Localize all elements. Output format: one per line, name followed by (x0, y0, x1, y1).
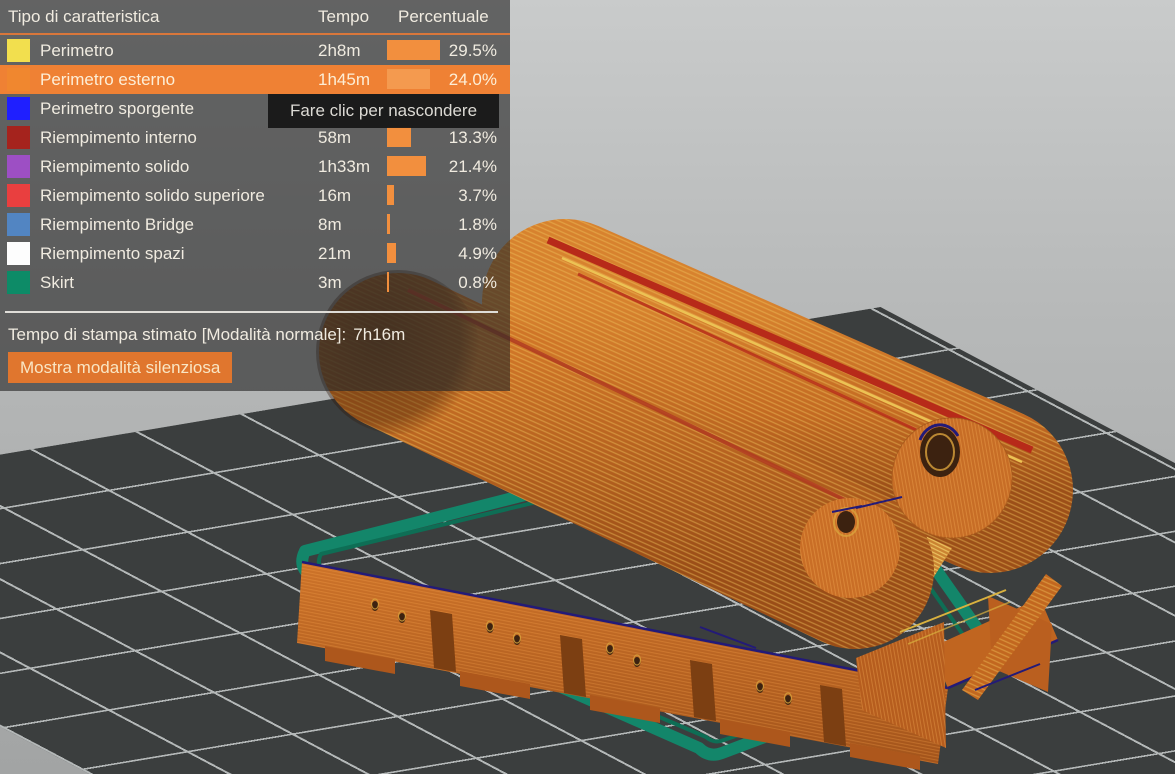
estimated-print-time-value: 7h16m (353, 325, 406, 344)
feature-color-swatch (7, 271, 30, 294)
percent-bar (387, 243, 396, 263)
estimated-print-time: Tempo di stampa stimato [Modalità normal… (8, 322, 405, 348)
feature-color-swatch (7, 126, 30, 149)
feature-percent: 1.8% (458, 215, 497, 234)
feature-color-swatch (7, 155, 30, 178)
feature-label: Riempimento interno (40, 128, 197, 147)
feature-time: 21m (318, 244, 352, 263)
feature-label: Perimetro esterno (40, 70, 176, 89)
legend-row[interactable]: Perimetro esterno 1h45m 24.0% (0, 65, 510, 94)
feature-label: Riempimento solido superiore (40, 186, 265, 205)
feature-label: Perimetro sporgente (40, 99, 195, 118)
column-feature-type: Tipo di caratteristica (8, 7, 160, 26)
feature-time: 3m (318, 273, 342, 292)
percent-bar (387, 127, 411, 147)
click-to-hide-tooltip: Fare clic per nascondere (268, 94, 499, 128)
percent-bar (387, 69, 431, 89)
feature-time: 16m (318, 186, 352, 205)
percent-bar (387, 185, 394, 205)
feature-time: 1h45m (318, 70, 370, 89)
legend-row[interactable]: Riempimento Bridge 8m 1.8% (0, 210, 510, 239)
column-time: Tempo (318, 7, 370, 26)
show-quiet-mode-button[interactable]: Mostra modalità silenziosa (8, 352, 233, 383)
estimated-print-time-label: Tempo di stampa stimato [Modalità normal… (8, 325, 347, 344)
feature-color-swatch (7, 213, 30, 236)
rear-bearing-plate (891, 417, 1013, 539)
legend-header: Tipo di caratteristica Tempo Percentuale (0, 0, 510, 35)
legend-row[interactable]: Perimetro 2h8m 29.5% (0, 36, 510, 65)
feature-time: 2h8m (318, 41, 361, 60)
percent-bar (387, 214, 391, 234)
legend-row[interactable]: Skirt 3m 0.8% (0, 268, 510, 297)
percent-bar (387, 272, 389, 292)
slicer-preview-viewport[interactable]: Tipo di caratteristica Tempo Percentuale… (0, 0, 1175, 774)
percent-bar (387, 40, 441, 60)
feature-time: 8m (318, 215, 342, 234)
legend-row[interactable]: Riempimento solido superiore 16m 3.7% (0, 181, 510, 210)
feature-percent: 0.8% (458, 273, 497, 292)
feature-label: Riempimento spazi (40, 244, 185, 263)
feature-percent: 29.5% (448, 41, 497, 60)
legend-row[interactable]: Riempimento spazi 21m 4.9% (0, 239, 510, 268)
feature-color-swatch (7, 39, 30, 62)
feature-percent: 3.7% (458, 186, 497, 205)
feature-percent: 24.0% (448, 70, 497, 89)
column-percent: Percentuale (398, 7, 489, 26)
feature-label: Skirt (40, 273, 74, 292)
legend-row[interactable]: Riempimento solido 1h33m 21.4% (0, 152, 510, 181)
feature-color-swatch (7, 184, 30, 207)
feature-percent: 21.4% (448, 157, 497, 176)
feature-percent: 4.9% (458, 244, 497, 263)
feature-color-swatch (7, 68, 30, 91)
feature-color-swatch (7, 97, 30, 120)
front-bearing-plate (800, 498, 900, 598)
legend-rows: Perimetro 2h8m 29.5% Perimetro esterno 1h45m… (0, 36, 510, 297)
percent-bar (387, 156, 426, 176)
feature-time-legend-panel: Tipo di caratteristica Tempo Percentuale… (0, 0, 510, 391)
legend-separator (5, 311, 498, 313)
feature-label: Riempimento Bridge (40, 215, 195, 234)
feature-label: Perimetro (40, 41, 114, 60)
feature-time: 1h33m (318, 157, 370, 176)
feature-color-swatch (7, 242, 30, 265)
feature-label: Riempimento solido (40, 157, 190, 176)
